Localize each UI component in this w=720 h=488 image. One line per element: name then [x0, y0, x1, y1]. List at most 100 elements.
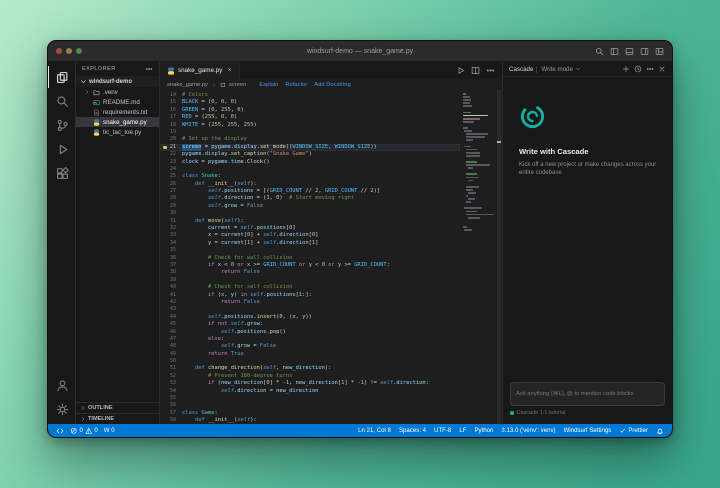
file-item-snake_game.py[interactable]: snake_game.py: [76, 117, 159, 127]
code-line[interactable]: 36 # Check for wall collision: [160, 255, 460, 262]
editor-scrollbar[interactable]: [496, 90, 502, 424]
code-line[interactable]: 31 def move(self):: [160, 218, 460, 225]
code-line[interactable]: 51 def change_direction(self, new_direct…: [160, 365, 460, 372]
code-line[interactable]: 56: [160, 402, 460, 409]
code-line[interactable]: 39: [160, 277, 460, 284]
activity-source-control-button[interactable]: [48, 114, 76, 136]
close-tab-icon[interactable]: ×: [227, 67, 231, 74]
code-line[interactable]: 37 if x < 0 or x >= GRID_COUNT or y < 0 …: [160, 262, 460, 269]
tab-snake-game[interactable]: snake_game.py ×: [160, 62, 240, 79]
split-editor-icon[interactable]: [471, 66, 480, 75]
file-item-README.md[interactable]: README.md: [76, 97, 159, 107]
status-item-lf[interactable]: LF: [459, 427, 466, 434]
code-line[interactable]: 45 if not self.grow:: [160, 321, 460, 328]
cascade-input[interactable]: [510, 382, 665, 406]
more-icon[interactable]: [646, 65, 654, 73]
status-item-utf-8[interactable]: UTF-8: [434, 427, 451, 434]
code-line[interactable]: 22 pygame.display.set_caption("Snake Game…: [160, 151, 460, 158]
code-line[interactable]: 41 if (x, y) in self.positions[1:]:: [160, 292, 460, 299]
code-line[interactable]: 46 self.positions.pop(): [160, 329, 460, 336]
sidebar-section-timeline[interactable]: TIMELINE: [76, 413, 159, 424]
code-line[interactable]: 49 return True: [160, 351, 460, 358]
status-item-python[interactable]: Python: [474, 427, 493, 434]
remote-indicator-icon[interactable]: [56, 427, 64, 435]
activity-account-button[interactable]: [48, 374, 76, 396]
file-item-requirements.txt[interactable]: requirements.txt: [76, 107, 159, 117]
codelens-explain[interactable]: Explain: [259, 82, 278, 88]
layout-sidebar-left-icon[interactable]: [610, 47, 619, 56]
code-line[interactable]: 55: [160, 395, 460, 402]
code-line[interactable]: 57 class Game:: [160, 410, 460, 417]
status-item-prettier[interactable]: Prettier: [619, 427, 648, 434]
code-line[interactable]: 16 GREEN = (0, 255, 0): [160, 107, 460, 114]
file-item-.venv[interactable]: .venv: [76, 87, 159, 97]
activity-run-debug-button[interactable]: [48, 138, 76, 160]
lightbulb-icon[interactable]: [163, 145, 167, 150]
code-line[interactable]: 52 # Prevent 180-degree turns: [160, 373, 460, 380]
status-item-ln-21-col-8[interactable]: Ln 21, Col 8: [358, 427, 391, 434]
minimize-window-button[interactable]: [66, 48, 72, 54]
zoom-window-button[interactable]: [76, 48, 82, 54]
code-line[interactable]: 58 def __init__(self):: [160, 417, 460, 424]
code-line[interactable]: 33 x = current[0] + self.direction[0]: [160, 232, 460, 239]
codelens-add-docstring[interactable]: Add Docstring: [314, 82, 350, 88]
play-icon[interactable]: [456, 66, 465, 75]
status-item-3-13-0-venv-venv[interactable]: 3.13.0 ('venv': venv): [501, 427, 555, 434]
close-icon[interactable]: [658, 65, 666, 73]
cascade-mode-selector[interactable]: Write mode: [536, 65, 581, 73]
code-line[interactable]: 17 RED = (255, 0, 0): [160, 114, 460, 121]
bell-icon[interactable]: [656, 427, 664, 435]
history-icon[interactable]: [634, 65, 642, 73]
code-line[interactable]: 23 clock = pygame.time.Clock(): [160, 159, 460, 166]
code-line[interactable]: 34 y = current[1] + self.direction[1]: [160, 240, 460, 247]
code-line[interactable]: 54 self.direction = new_direction: [160, 388, 460, 395]
code-line[interactable]: 30: [160, 210, 460, 217]
breadcrumb-item[interactable]: snake_game.py: [167, 82, 208, 88]
search-icon[interactable]: [595, 47, 604, 56]
code-line[interactable]: 32 current = self.positions[0]: [160, 225, 460, 232]
code-line[interactable]: 48 self.grow = False: [160, 343, 460, 350]
activity-explorer-button[interactable]: [48, 66, 76, 88]
file-item-tic_tac_toe.py[interactable]: tic_tac_toe.py: [76, 127, 159, 137]
code-view[interactable]: 14 # Colors 15 BLACK = (0, 0, 0) 16 GREEN = (…: [160, 90, 460, 424]
layout-sidebar-right-icon[interactable]: [640, 47, 649, 56]
status-item-windsurf-settings[interactable]: Windsurf Settings: [564, 427, 612, 434]
code-line[interactable]: 18 WHITE = (255, 255, 255): [160, 122, 460, 129]
code-line[interactable]: 53 if (new_direction[0] * -1, new_direct…: [160, 380, 460, 387]
code-line[interactable]: 47 else:: [160, 336, 460, 343]
code-line[interactable]: 15 BLACK = (0, 0, 0): [160, 99, 460, 106]
code-line[interactable]: 35: [160, 247, 460, 254]
code-line[interactable]: 44 self.positions.insert(0, (x, y)): [160, 314, 460, 321]
project-root-row[interactable]: windsurf-demo: [76, 76, 159, 87]
more-actions-icon[interactable]: [145, 65, 153, 73]
activity-extensions-button[interactable]: [48, 162, 76, 184]
code-line[interactable]: 50: [160, 358, 460, 365]
code-line[interactable]: 19: [160, 129, 460, 136]
code-line[interactable]: 29 self.grow = False: [160, 203, 460, 210]
code-line[interactable]: 20 # Set up the display: [160, 136, 460, 143]
code-line[interactable]: 38 return False: [160, 269, 460, 276]
close-window-button[interactable]: [56, 48, 62, 54]
code-line[interactable]: 24: [160, 166, 460, 173]
more-icon[interactable]: [486, 66, 495, 75]
code-line[interactable]: 26 def __init__(self):: [160, 181, 460, 188]
plus-icon[interactable]: [622, 65, 630, 73]
cascade-tutorial-hint[interactable]: Cascade 1:1 tutorial: [510, 410, 665, 416]
problems-indicator[interactable]: 0 0: [70, 427, 98, 435]
minimap[interactable]: [460, 90, 496, 424]
code-line[interactable]: 28 self.direction = (1, 0) # Start movin…: [160, 195, 460, 202]
code-line[interactable]: 27 self.positions = [(GRID_COUNT // 2, G…: [160, 188, 460, 195]
activity-settings-button[interactable]: [48, 398, 76, 420]
sidebar-section-outline[interactable]: OUTLINE: [76, 402, 159, 413]
editor[interactable]: 14 # Colors 15 BLACK = (0, 0, 0) 16 GREEN = (…: [160, 90, 502, 424]
status-extra[interactable]: W 0: [104, 427, 115, 434]
breadcrumb-item[interactable]: screen: [229, 82, 246, 88]
code-line[interactable]: 40 # Check for self collision: [160, 284, 460, 291]
code-line[interactable]: 14 # Colors: [160, 92, 460, 99]
code-line[interactable]: 21 screen = pygame.display.set_mode((WIND…: [160, 143, 460, 152]
code-line[interactable]: 42 return False: [160, 299, 460, 306]
code-line[interactable]: 25 class Snake:: [160, 173, 460, 180]
activity-search-button[interactable]: [48, 90, 76, 112]
layout-panel-icon[interactable]: [625, 47, 634, 56]
code-line[interactable]: 43: [160, 306, 460, 313]
